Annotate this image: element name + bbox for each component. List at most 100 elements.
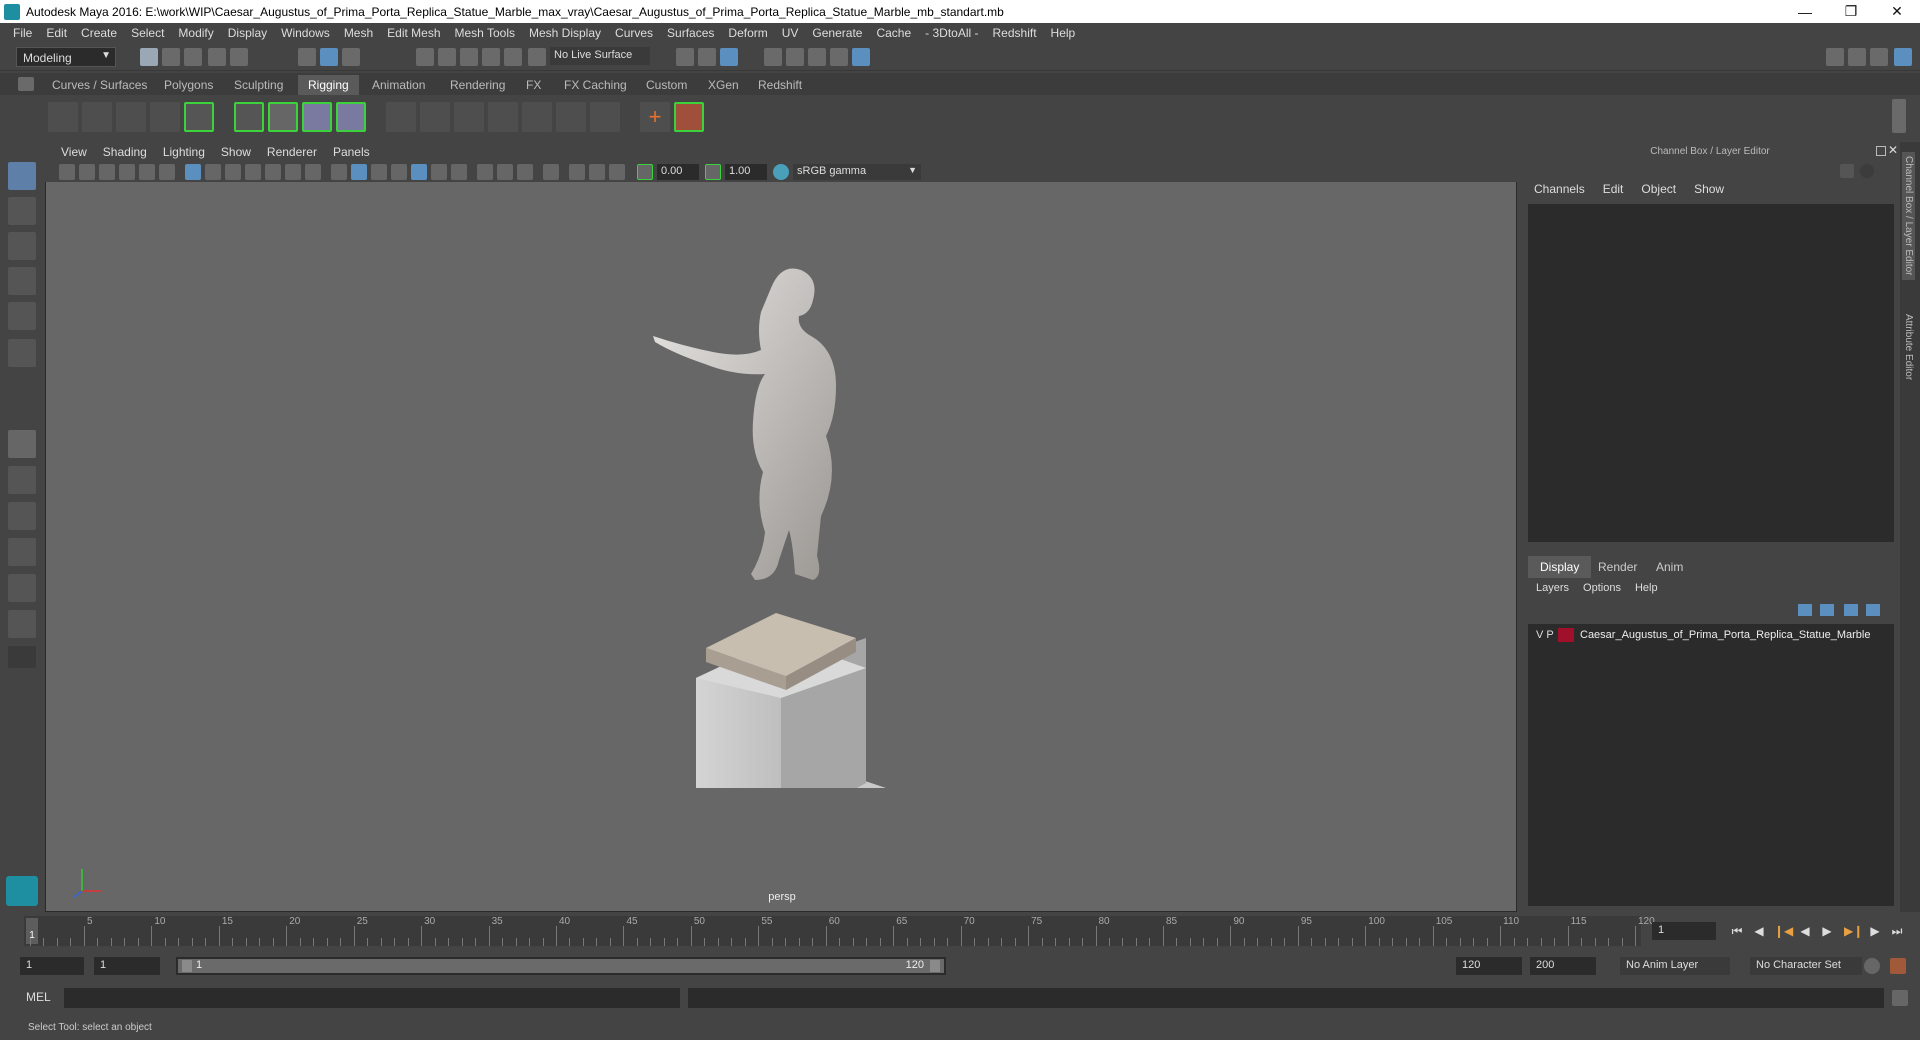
anim-end-field[interactable]: 200 (1530, 957, 1596, 975)
menu-file[interactable]: File (6, 26, 39, 40)
mel-label[interactable]: MEL (26, 990, 51, 1004)
snap-grid-icon[interactable] (416, 48, 434, 66)
close-button[interactable]: ✕ (1874, 3, 1920, 20)
go-to-end-icon[interactable]: ⏭ (1890, 924, 1904, 938)
select-hierarchy-icon[interactable] (298, 48, 316, 66)
tab-render[interactable]: Render (1586, 556, 1649, 578)
two-view-side-icon[interactable] (8, 502, 36, 530)
joint-tool-icon[interactable] (48, 102, 78, 132)
anim-layer-select[interactable]: No Anim Layer (1620, 957, 1730, 975)
move-layer-up-icon[interactable] (1798, 604, 1812, 616)
layout-icon[interactable] (1848, 48, 1866, 66)
grease-pencil-icon[interactable] (159, 164, 175, 180)
tab-redshift[interactable]: Redshift (748, 75, 812, 95)
insert-joint-icon[interactable] (150, 102, 180, 132)
safe-title-icon[interactable] (305, 164, 321, 180)
outliner-persp-icon[interactable] (8, 574, 36, 602)
cb-menu-channels[interactable]: Channels (1534, 182, 1585, 200)
side-tab-attribute-editor[interactable]: Attribute Editor (1902, 310, 1915, 384)
anim-start-field[interactable]: 1 (20, 957, 84, 975)
screen-ao-icon[interactable] (451, 164, 467, 180)
tab-rigging[interactable]: Rigging (298, 75, 359, 95)
close-panel-icon[interactable]: ✕ (1888, 143, 1898, 157)
snap-curve-icon[interactable] (438, 48, 456, 66)
exposure-icon[interactable] (637, 164, 653, 180)
color-management-icon[interactable] (773, 164, 789, 180)
playback-start-field[interactable]: 1 (94, 957, 160, 975)
current-frame-marker[interactable]: 1 (26, 918, 38, 944)
blend-shape-icon[interactable] (386, 102, 416, 132)
rotate-tool-icon[interactable] (8, 302, 36, 330)
constraint-parent-icon[interactable] (556, 102, 586, 132)
color-space-select[interactable]: sRGB gamma ▼ (793, 164, 921, 180)
two-view-stack-icon[interactable] (8, 538, 36, 566)
move-tool-icon[interactable] (8, 267, 36, 295)
redo-icon[interactable] (230, 48, 248, 66)
tab-display[interactable]: Display (1528, 556, 1592, 578)
select-component-icon[interactable] (342, 48, 360, 66)
snap-point-icon[interactable] (460, 48, 478, 66)
tab-polygons[interactable]: Polygons (154, 75, 223, 95)
menu-3dtoall[interactable]: - 3DtoAll - (918, 26, 985, 40)
menu-select[interactable]: Select (124, 26, 171, 40)
xray-joints-icon[interactable] (609, 164, 625, 180)
range-start-handle[interactable] (182, 960, 192, 972)
move-layer-down-icon[interactable] (1820, 604, 1834, 616)
menu-edit-mesh[interactable]: Edit Mesh (380, 26, 447, 40)
constraint-pole-icon[interactable] (590, 102, 620, 132)
constraint-orient-icon[interactable] (488, 102, 518, 132)
cb-menu-edit[interactable]: Edit (1603, 182, 1624, 200)
cb-menu-show[interactable]: Show (1694, 182, 1724, 200)
gamma-field[interactable]: 1.00 (725, 164, 767, 180)
new-scene-icon[interactable] (140, 48, 158, 66)
2d-pan-icon[interactable] (139, 164, 155, 180)
le-menu-layers[interactable]: Layers (1536, 582, 1569, 600)
snap-view-icon[interactable] (482, 48, 500, 66)
mode-selector[interactable]: Modeling ▼ (16, 47, 116, 67)
vp-menu-panels[interactable]: Panels (325, 145, 378, 159)
menu-surfaces[interactable]: Surfaces (660, 26, 721, 40)
constraint-point-icon[interactable] (420, 102, 450, 132)
viewport-panel[interactable]: persp (45, 142, 1517, 912)
image-plane-icon[interactable] (119, 164, 135, 180)
play-forward-icon[interactable]: ▶ (1820, 924, 1834, 938)
camera-attr-icon[interactable] (79, 164, 95, 180)
gamma-icon[interactable] (705, 164, 721, 180)
wireframe-icon[interactable] (331, 164, 347, 180)
render-view-icon[interactable] (852, 48, 870, 66)
open-scene-icon[interactable] (162, 48, 180, 66)
input-ops-icon[interactable] (676, 48, 694, 66)
tab-curves-surfaces[interactable]: Curves / Surfaces (42, 75, 157, 95)
bind-skin-icon[interactable] (234, 102, 264, 132)
isolate-select-icon[interactable] (543, 164, 559, 180)
single-view-icon[interactable] (8, 430, 36, 458)
make-live-icon[interactable] (528, 48, 546, 66)
le-menu-help[interactable]: Help (1635, 582, 1658, 600)
layer-visibility-toggle[interactable]: V P (1528, 629, 1558, 641)
field-chart-icon[interactable] (265, 164, 281, 180)
channel-box-area[interactable] (1528, 204, 1894, 542)
exposure-field[interactable]: 0.00 (657, 164, 699, 180)
menu-modify[interactable]: Modify (171, 26, 220, 40)
playback-end-field[interactable]: 120 (1456, 957, 1522, 975)
side-tab-channel-box[interactable]: Channel Box / Layer Editor (1902, 152, 1915, 280)
menu-cache[interactable]: Cache (869, 26, 918, 40)
xray-active-icon[interactable] (589, 164, 605, 180)
menu-windows[interactable]: Windows (274, 26, 337, 40)
lattice-icon[interactable] (302, 102, 332, 132)
character-set-select[interactable]: No Character Set (1750, 957, 1862, 975)
menu-mesh-tools[interactable]: Mesh Tools (448, 26, 522, 40)
depth-of-field-icon[interactable] (517, 164, 533, 180)
undo-icon[interactable] (208, 48, 226, 66)
tab-xgen[interactable]: XGen (698, 75, 749, 95)
axis-icon[interactable] (1840, 164, 1854, 178)
range-end-handle[interactable] (930, 960, 940, 972)
step-back-key-icon[interactable]: ◀ (1752, 924, 1766, 938)
settings-icon[interactable] (1894, 48, 1912, 66)
more-layouts-icon[interactable] (8, 646, 36, 668)
textured-icon[interactable] (391, 164, 407, 180)
auto-key-icon[interactable] (1864, 958, 1880, 974)
paint-select-icon[interactable] (8, 232, 36, 260)
workspace-icon[interactable] (1826, 48, 1844, 66)
le-menu-options[interactable]: Options (1583, 582, 1621, 600)
